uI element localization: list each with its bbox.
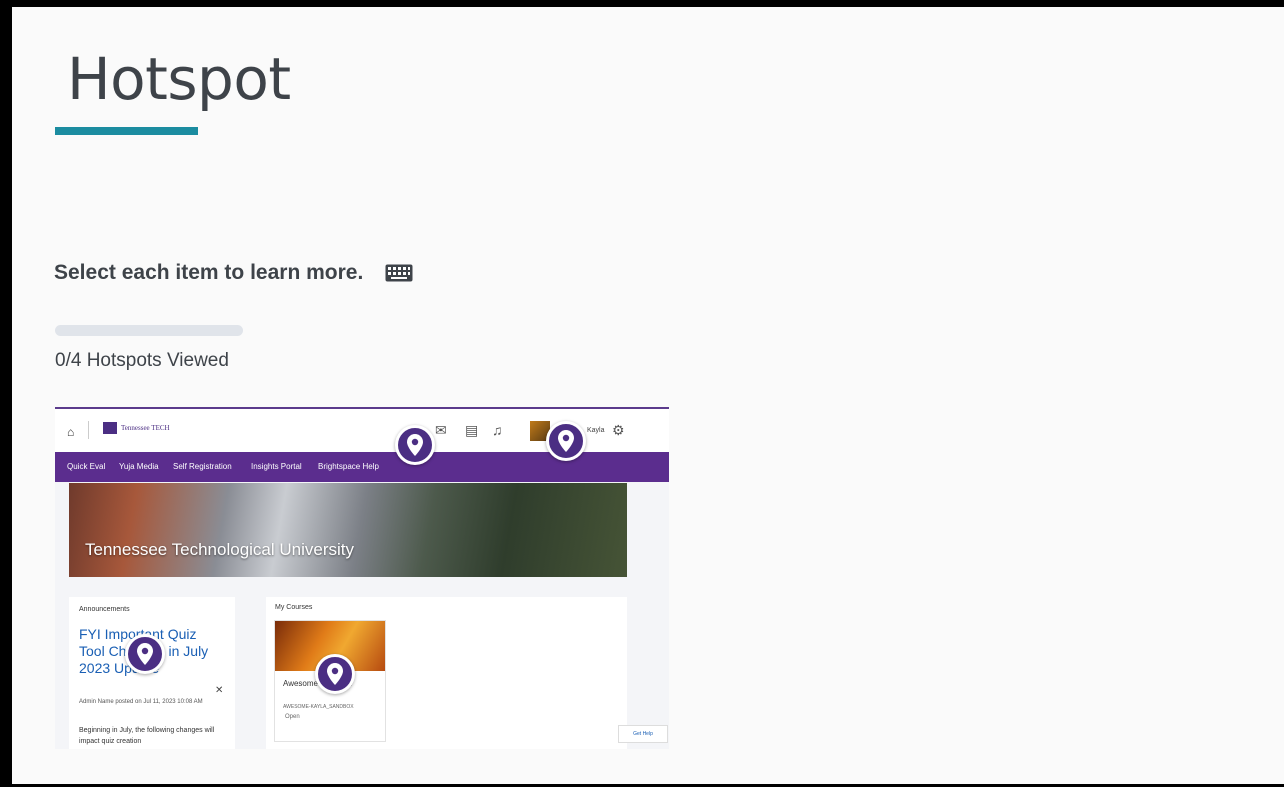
logo-mark-icon (103, 422, 117, 434)
get-help-button: Get Help (618, 725, 668, 743)
map-pin-icon (137, 643, 153, 665)
university-logo: Tennessee TECH (103, 422, 170, 434)
nav-item-brightspace-help: Brightspace Help (318, 462, 379, 471)
home-icon: ⌂ (67, 425, 75, 439)
get-help-label: Get Help (633, 731, 653, 737)
hotspot-image: ⌂ Tennessee TECH ✉ ▤ ♫ Kayla ⚙ Quick Eva… (55, 407, 669, 749)
lesson-frame: Hotspot Select each item to learn more. … (12, 7, 1284, 784)
banner-title: Tennessee Technological University (85, 540, 355, 559)
chat-icon: ▤ (465, 422, 479, 438)
mail-icon: ✉ (435, 422, 447, 438)
close-icon: ✕ (215, 685, 224, 696)
progress-label: 0/4 Hotspots Viewed (55, 350, 229, 371)
course-status: Open (285, 714, 300, 720)
announcement-meta: Admin Name posted on Jul 11, 2023 10:08 … (79, 699, 203, 705)
announcement-body: Beginning in July, the following changes… (79, 727, 215, 745)
map-pin-icon (558, 430, 574, 452)
campus-banner: Tennessee Technological University (69, 483, 627, 577)
hotspot-2-button[interactable] (546, 421, 586, 461)
page-title: Hotspot (67, 45, 291, 113)
progress-bar (55, 325, 243, 336)
gear-icon: ⚙ (612, 422, 625, 438)
instructions: Select each item to learn more. (54, 261, 413, 285)
courses-header: My Courses (275, 604, 313, 611)
map-pin-icon (327, 663, 343, 685)
announcements-header: Announcements (79, 606, 130, 613)
logo-text: Tennessee TECH (121, 423, 170, 432)
course-code: AWESOME-KAYLA_SANDBOX (283, 704, 354, 710)
user-name: Kayla (587, 427, 605, 434)
instructions-text: Select each item to learn more. (54, 261, 364, 284)
bell-icon: ♫ (492, 422, 503, 438)
hotspot-4-button[interactable] (315, 654, 355, 694)
nav-item-quick-eval: Quick Eval (67, 462, 106, 471)
nav-item-self-registration: Self Registration (173, 462, 232, 471)
header-divider (88, 421, 89, 439)
hotspot-1-button[interactable] (395, 425, 435, 465)
title-underline (55, 127, 198, 135)
keyboard-icon[interactable] (385, 264, 413, 282)
nav-item-yuja-media: Yuja Media (119, 462, 159, 471)
announcements-widget: Announcements FYI Important Quiz Tool Ch… (69, 597, 235, 749)
nav-item-insights-portal: Insights Portal (251, 462, 302, 471)
map-pin-icon (407, 434, 423, 456)
hotspot-3-button[interactable] (125, 634, 165, 674)
